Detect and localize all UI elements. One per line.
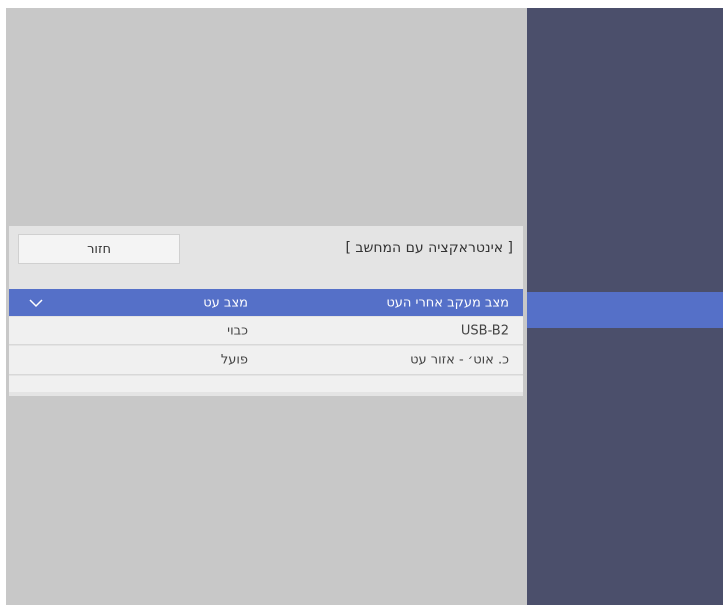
empty-row [9, 376, 523, 392]
chevron-down-icon[interactable] [29, 298, 43, 308]
side-panel-selection-bar [527, 292, 723, 328]
setting-value: כבוי [227, 323, 248, 338]
setting-value: מצב עט [203, 295, 248, 310]
dialog-title: [ אינטראקציה עם המחשב ] [345, 240, 513, 256]
setting-label: כ. אוט׳ - אזור עט [410, 352, 509, 368]
setting-row-usb-b2[interactable]: USB-B2 כבוי [9, 317, 523, 345]
setting-row-auto-pen-area[interactable]: כ. אוט׳ - אזור עט פועל [9, 346, 523, 375]
setting-label: מצב מעקב אחרי העט [386, 295, 509, 310]
pen-interaction-dialog: חזור [ אינטראקציה עם המחשב ] מצב מעקב אח… [9, 226, 523, 396]
setting-row-pen-tracking-mode[interactable]: מצב מעקב אחרי העט מצב עט [9, 289, 523, 316]
side-panel [527, 8, 723, 605]
back-button[interactable]: חזור [18, 234, 180, 264]
setting-label: USB-B2 [460, 323, 509, 338]
setting-value: פועל [220, 352, 248, 368]
projector-menu-screen: חזור [ אינטראקציה עם המחשב ] מצב מעקב אח… [6, 8, 723, 605]
